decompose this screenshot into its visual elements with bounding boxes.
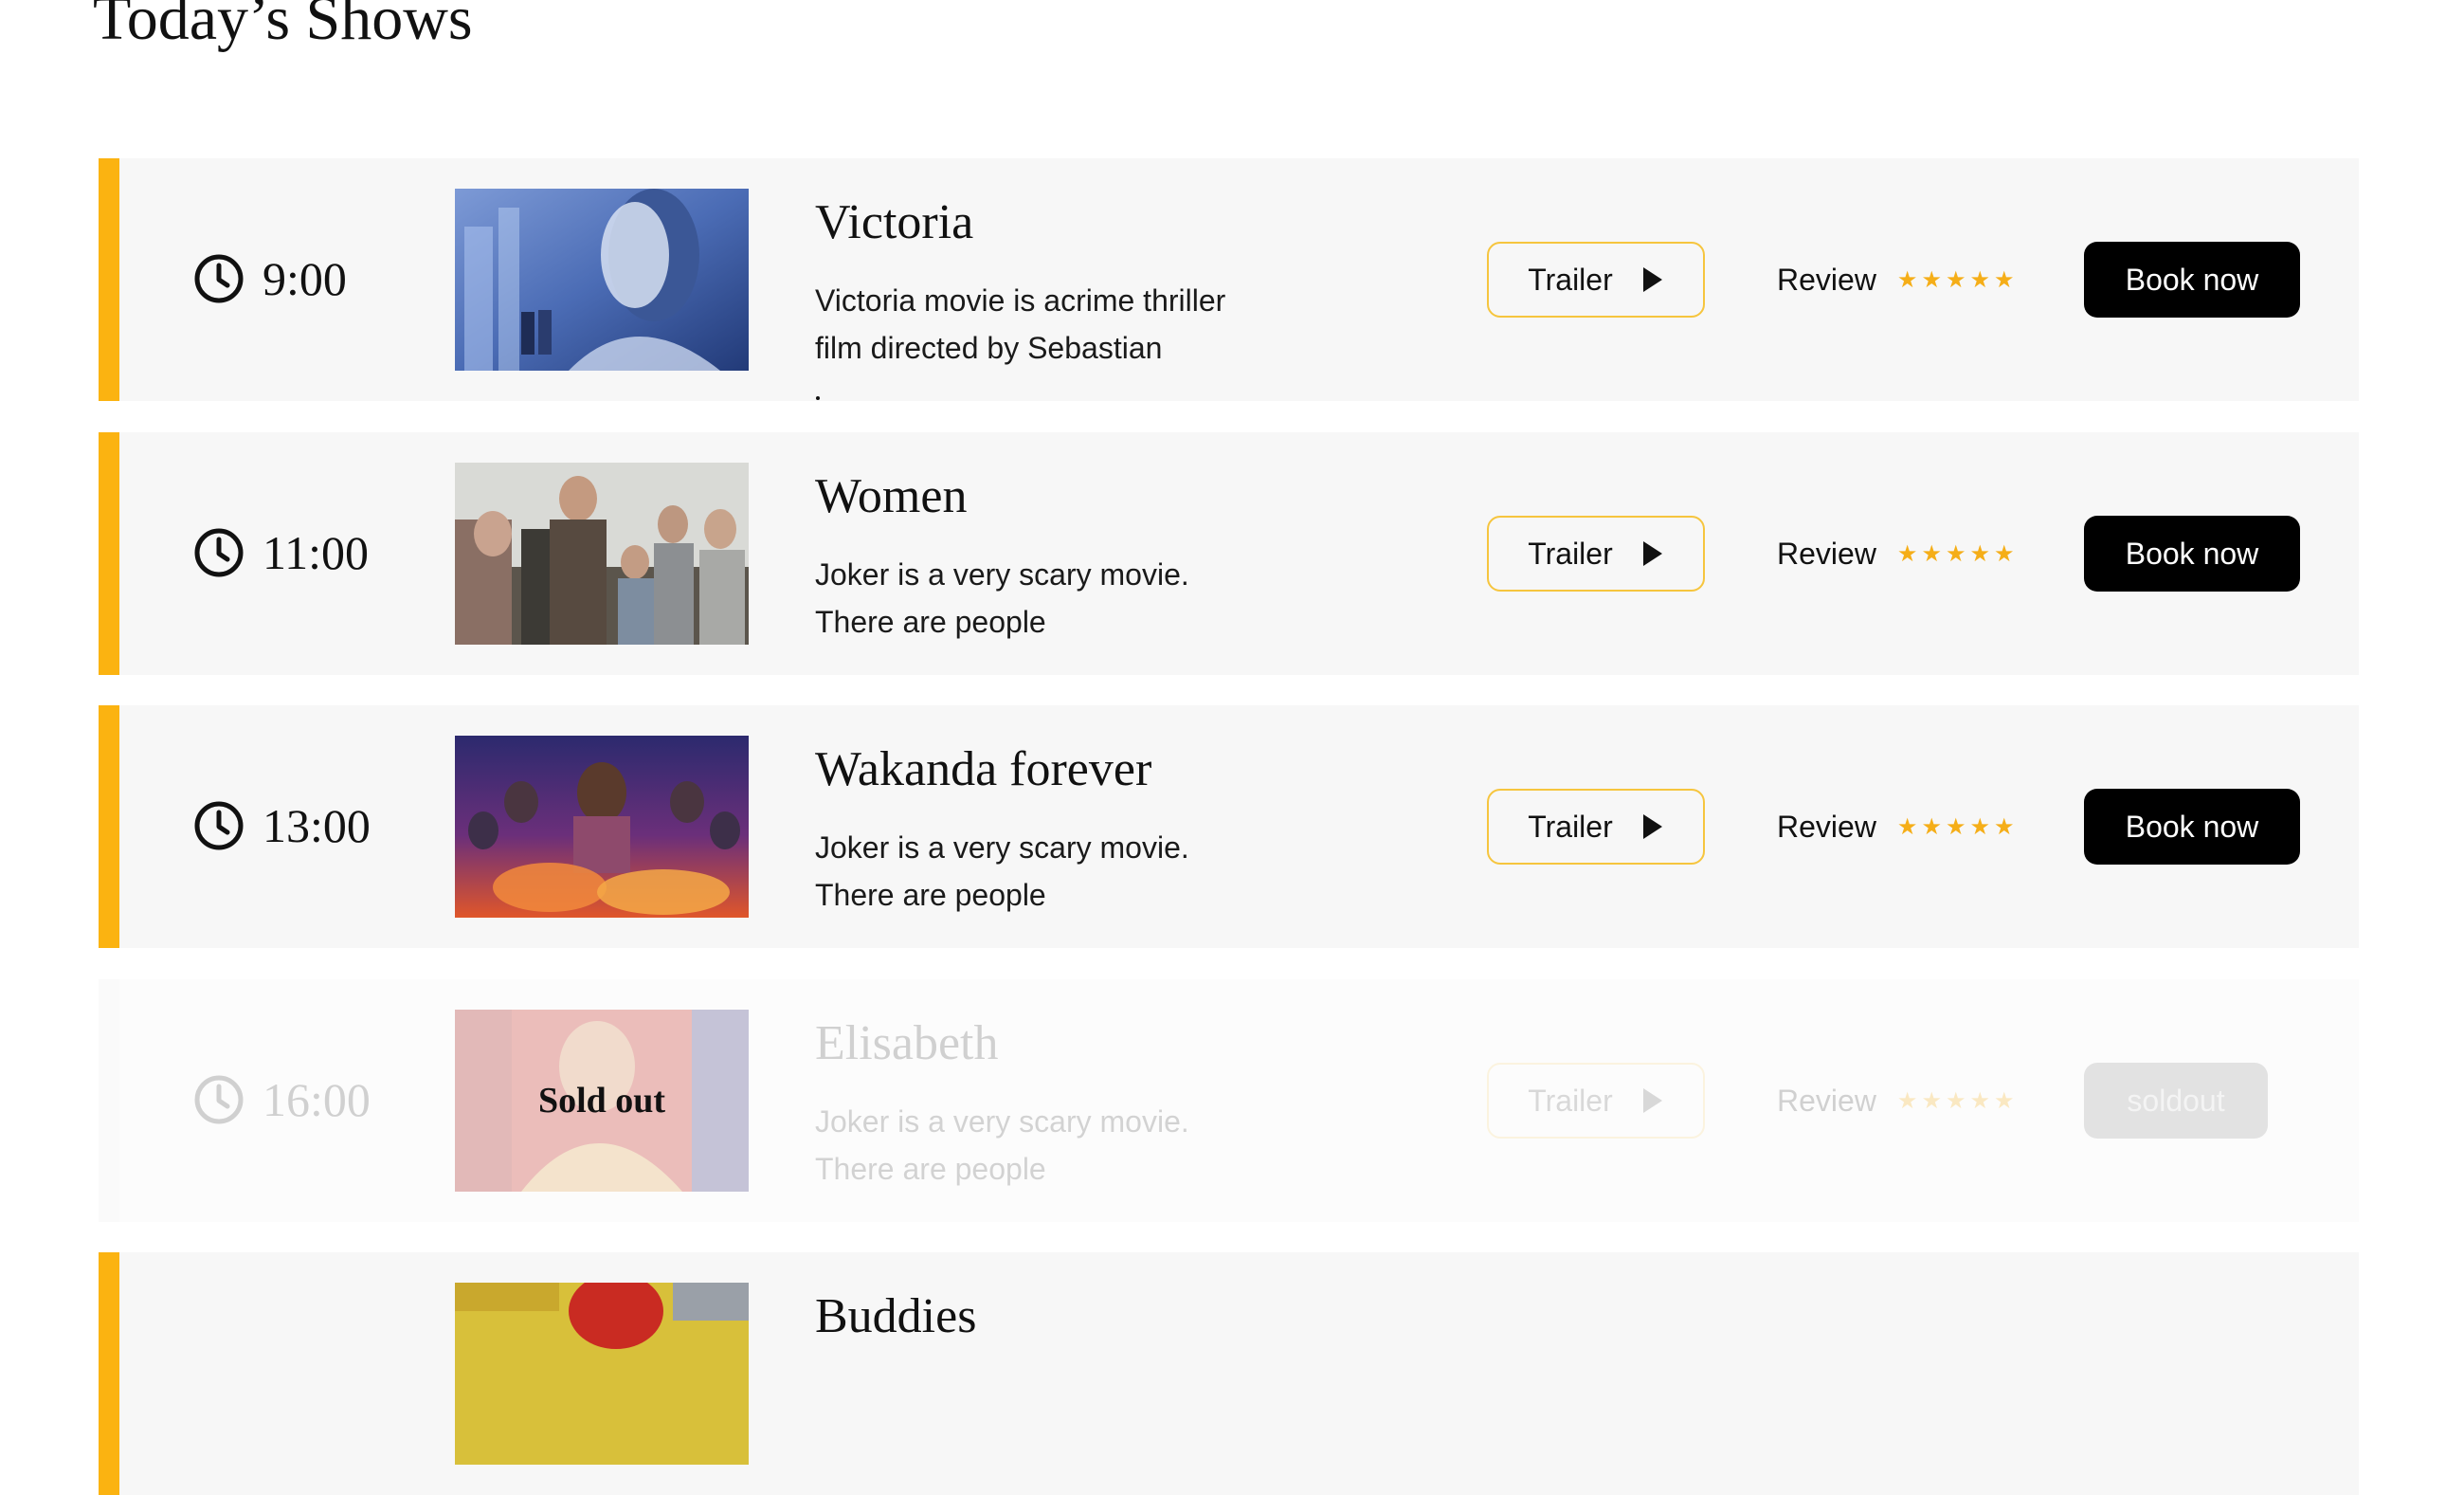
play-icon: [1642, 814, 1662, 839]
sold-out-button: soldout: [2084, 1063, 2268, 1139]
sold-out-label: Sold out: [537, 1081, 666, 1121]
review-label: Review: [1777, 809, 1876, 844]
play-icon: [1642, 541, 1662, 566]
movie-poster-partial-icon: [455, 1283, 749, 1465]
play-icon: [1642, 1088, 1662, 1113]
time-label: 13:00: [263, 799, 371, 852]
movie-title: Wakanda forever: [815, 742, 1152, 796]
show-row: 11:00 Women Joker is a very scary movie.…: [99, 432, 2359, 675]
movie-description: Joker is a very scary movie. There are p…: [815, 551, 1308, 646]
movie-title: Victoria: [815, 195, 974, 249]
trailer-button[interactable]: Trailer: [1487, 789, 1705, 865]
movie-title: Elisabeth: [815, 1016, 999, 1070]
review-label: Review: [1777, 262, 1876, 297]
movie-description: Joker is a very scary movie. There are p…: [815, 824, 1308, 919]
sold-out-overlay: Sold out: [455, 1010, 749, 1192]
row-accent-bar: [99, 158, 119, 401]
description-line: Joker is a very scary movie.: [815, 830, 1189, 865]
show-row: Buddies: [99, 1252, 2359, 1495]
movie-poster-wakanda-icon: [455, 736, 749, 918]
star-rating: ★★★★★: [1896, 266, 2019, 293]
book-now-button[interactable]: Book now: [2084, 242, 2300, 318]
clock-icon: [194, 1075, 244, 1124]
trailer-label: Trailer: [1528, 262, 1613, 297]
show-row-sold-out: 16:00 Sold out Elisabeth Joker is a very…: [99, 979, 2359, 1222]
review[interactable]: Review ★★★★★: [1777, 258, 2019, 301]
clock-icon: [194, 801, 244, 850]
time-label: 16:00: [263, 1073, 371, 1126]
page-title: Today’s Shows: [93, 0, 473, 53]
show-time: 11:00: [192, 522, 369, 583]
movie-poster-image[interactable]: [455, 736, 749, 918]
movie-poster-women-icon: [455, 463, 749, 645]
movie-poster-image[interactable]: [455, 463, 749, 645]
movie-description: Victoria movie is acrime thriller film d…: [815, 277, 1308, 372]
description-line: There are people: [815, 605, 1046, 639]
movie-poster-image[interactable]: [455, 189, 749, 371]
star-rating: ★★★★★: [1896, 540, 2019, 567]
star-rating: ★★★★★: [1896, 813, 2019, 840]
show-time: 13:00: [192, 795, 371, 856]
description-line: There are people: [815, 878, 1046, 912]
clock-icon: [194, 254, 244, 303]
show-time: 16:00: [192, 1069, 371, 1130]
review-label: Review: [1777, 1083, 1876, 1118]
trailer-button[interactable]: Trailer: [1487, 242, 1705, 318]
book-now-button[interactable]: Book now: [2084, 789, 2300, 865]
description-line: Joker is a very scary movie.: [815, 1104, 1189, 1139]
time-label: 11:00: [263, 526, 370, 579]
play-icon: [1642, 267, 1662, 292]
row-accent-bar: [99, 432, 119, 675]
row-accent-bar: [99, 705, 119, 948]
time-label: 9:00: [263, 252, 347, 305]
description-line: film directed by Sebastian: [815, 331, 1163, 365]
review-label: Review: [1777, 536, 1876, 571]
star-rating: ★★★★★: [1896, 1087, 2019, 1114]
review[interactable]: Review ★★★★★: [1777, 805, 2019, 848]
trailer-button[interactable]: Trailer: [1487, 516, 1705, 592]
trailer-label: Trailer: [1528, 809, 1613, 844]
movie-description: Joker is a very scary movie. There are p…: [815, 1098, 1308, 1193]
description-line: Joker is a very scary movie.: [815, 557, 1189, 592]
show-row: 9:00 Victoria Victoria movie is acrime t…: [99, 158, 2359, 401]
movie-poster-image: Sold out: [455, 1010, 749, 1192]
clock-icon: [194, 528, 244, 577]
trailer-label: Trailer: [1528, 536, 1613, 571]
description-overflow-dot: [816, 396, 820, 400]
review: Review ★★★★★: [1777, 1079, 2019, 1122]
movie-title: Women: [815, 469, 968, 523]
review[interactable]: Review ★★★★★: [1777, 532, 2019, 575]
row-accent-bar: [99, 979, 119, 1222]
book-now-button[interactable]: Book now: [2084, 516, 2300, 592]
trailer-button: Trailer: [1487, 1063, 1705, 1139]
description-line: There are people: [815, 1152, 1046, 1186]
description-line: Victoria movie is acrime thriller: [815, 283, 1226, 318]
row-accent-bar: [99, 1252, 119, 1495]
movie-poster-image[interactable]: [455, 1283, 749, 1465]
show-row: 13:00 Wakanda forever Joker is a very sc…: [99, 705, 2359, 948]
movie-title: Buddies: [815, 1289, 977, 1343]
show-time: 9:00: [192, 248, 347, 309]
trailer-label: Trailer: [1528, 1083, 1613, 1118]
movie-poster-victoria-icon: [455, 189, 749, 371]
